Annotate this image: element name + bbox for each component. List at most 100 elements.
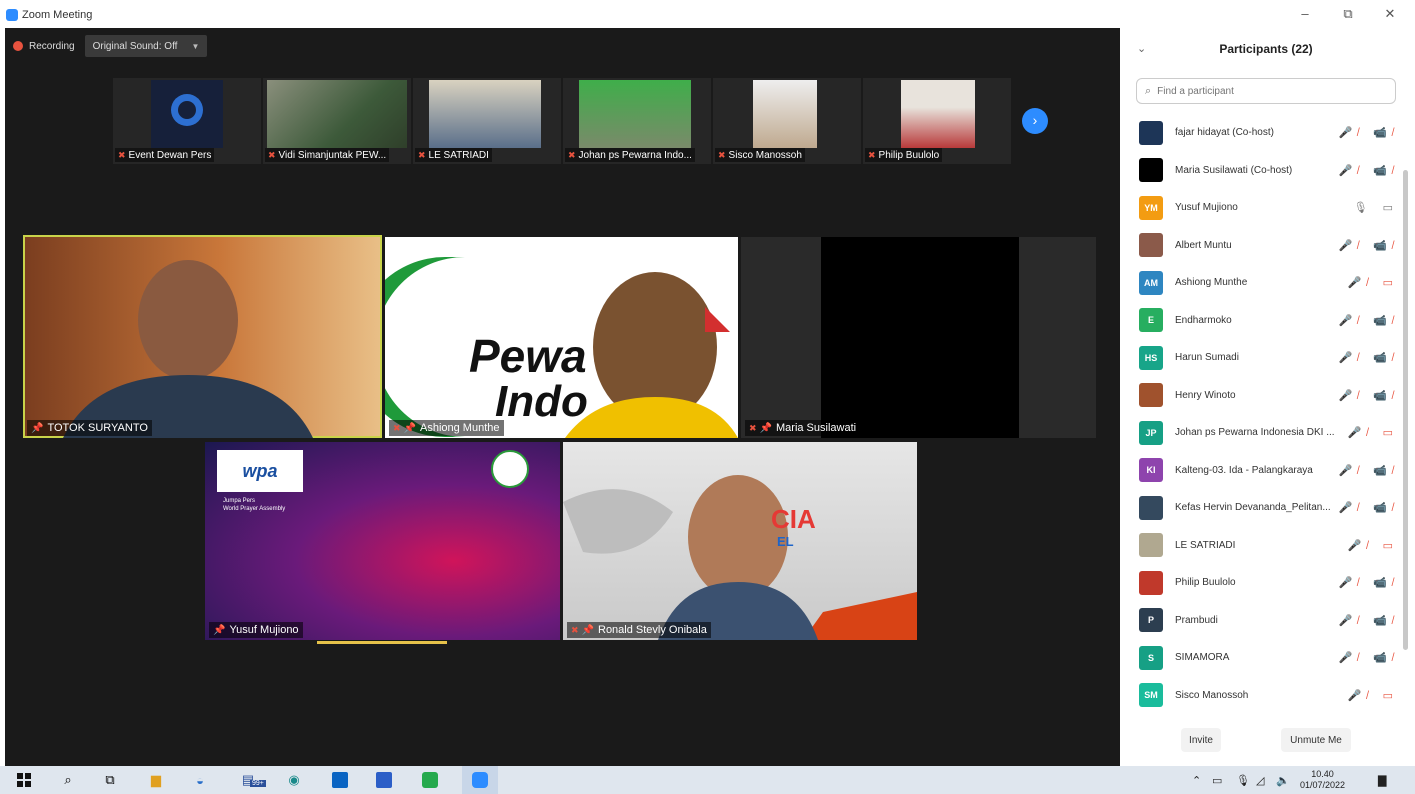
mic-camera-status-icon[interactable]: 🎤̸ 📹̸ [1339,164,1399,177]
file-explorer-icon[interactable]: ▆ [146,770,166,790]
video-tile[interactable]: CIA EL ✖ 📌 Ronald Stevly Onibala [563,442,917,640]
participant-row[interactable]: Henry Winoto 🎤̸ 📹̸ [1139,377,1401,415]
video-thumbnail[interactable]: ✖ Event Dewan Pers [113,78,261,164]
mic-camera-status-icon[interactable]: 🎤̸ 📹̸ [1339,464,1399,477]
network-icon[interactable]: ◿ [1256,774,1264,787]
search-input[interactable] [1155,84,1380,98]
video-tile[interactable]: Pewa Indo ✖ 📌 Ashiong Munthe [385,237,738,438]
participant-row[interactable]: KI Kalteng-03. Ida - Palangkaraya 🎤̸ 📹̸ [1139,452,1401,490]
original-sound-button[interactable]: Original Sound: Off ▼ [84,35,208,57]
battery-icon[interactable]: ▭ [1212,774,1222,787]
mic-camera-status-icon[interactable]: 🎤̸ ▭ [1348,539,1399,552]
mic-muted-icon: ✖ [571,624,579,635]
zoom-app-icon [6,9,18,21]
avatar: AM [1139,270,1163,295]
windows-start-icon[interactable] [14,770,34,790]
mic-camera-status-icon[interactable]: 🎤̸ 📹̸ [1339,389,1399,402]
participant-video [151,80,223,148]
participant-row[interactable]: Albert Muntu 🎤̸ 📹̸ [1139,227,1401,265]
participant-name: Kalteng-03. Ida - Palangkaraya [1175,464,1313,476]
participant-row[interactable]: LE SATRIADI 🎤̸ ▭ [1139,527,1401,565]
participant-name: Sisco Manossoh [1175,689,1249,701]
video-tile[interactable]: ✖ 📌 Maria Susilawati [741,237,1096,438]
search-icon[interactable]: ⌕ [58,770,78,790]
participant-search[interactable]: ⌕ [1136,78,1396,104]
avatar: HS [1139,345,1163,370]
mic-camera-status-icon[interactable]: 🎤̸ ▭ [1348,689,1399,702]
app-icon[interactable]: ◒ [190,770,210,790]
mic-camera-status-icon[interactable]: 🎤̸ 📹̸ [1339,314,1399,327]
avatar: E [1139,308,1163,333]
participant-row[interactable]: SM Sisco Manossoh 🎤̸ ▭ [1139,677,1401,715]
video-thumbnail[interactable]: ✖ Vidi Simanjuntak PEW... [263,78,411,164]
mic-camera-status-icon[interactable]: 🎤̸ 📹̸ [1339,351,1399,364]
title-bar: Zoom Meeting – ⧉ ✕ [0,0,1415,30]
mic-camera-status-icon[interactable]: 🎤̸ ▭ [1348,276,1399,289]
mic-camera-status-icon[interactable]: 🎙 ▭ [1354,201,1399,214]
volume-icon[interactable]: 🔈 [1276,774,1290,787]
mic-camera-status-icon[interactable]: 🎤̸ 📹̸ [1339,501,1399,514]
video-thumbnail[interactable]: ✖ Sisco Manossoh [713,78,861,164]
mic-camera-status-icon[interactable]: 🎤̸ 📹̸ [1339,651,1399,664]
video-thumbnail[interactable]: ✖ LE SATRIADI [413,78,561,164]
minimize-button[interactable]: – [1295,6,1315,21]
participant-video [429,80,541,148]
participant-row[interactable]: Maria Susilawati (Co-host) 🎤̸ 📹̸ [1139,152,1401,190]
next-page-button[interactable]: › [1022,108,1048,134]
participant-row[interactable]: YM Yusuf Mujiono 🎙 ▭ [1139,189,1401,227]
invite-button[interactable]: Invite [1181,728,1221,752]
mic-camera-status-icon[interactable]: 🎤̸ 📹̸ [1339,614,1399,627]
participant-video [579,80,691,148]
participant-name: LE SATRIADI [1175,539,1236,551]
scrollbar[interactable] [1403,170,1408,650]
avatar: SM [1139,683,1163,708]
system-clock[interactable]: 10.40 01/07/2022 [1300,769,1345,791]
participant-row[interactable]: AM Ashiong Munthe 🎤̸ ▭ [1139,264,1401,302]
participant-name: Prambudi [1175,614,1218,626]
microphone-icon[interactable]: 🎙 [1236,774,1250,787]
participant-name: Endharmoko [1175,314,1232,326]
word-icon[interactable] [374,770,394,790]
mic-muted-icon: ✖ [393,422,401,433]
chevron-up-icon[interactable]: ⌃ [1192,774,1201,787]
notifications-icon[interactable]: ▇ [1378,774,1386,787]
participant-row[interactable]: E Endharmoko 🎤̸ 📹̸ [1139,302,1401,340]
mic-muted-icon: ✖ [268,149,276,160]
mic-camera-status-icon[interactable]: 🎤̸ 📹̸ [1339,239,1399,252]
wpa-logo: wpa [217,450,303,492]
participant-row[interactable]: fajar hidayat (Co-host) 🎤̸ 📹̸ [1139,114,1401,152]
whatsapp-icon[interactable] [420,770,440,790]
edge-browser-icon[interactable]: ◉ [284,770,304,790]
zoom-taskbar-icon[interactable] [462,766,498,794]
avatar [1139,570,1163,595]
video-thumbnail[interactable]: ✖ Johan ps Pewarna Indo... [563,78,711,164]
participant-row[interactable]: P Prambudi 🎤̸ 📹̸ [1139,602,1401,640]
participant-row[interactable]: HS Harun Sumadi 🎤̸ 📹̸ [1139,339,1401,377]
task-view-icon[interactable]: ⧉ [100,770,120,790]
avatar [1139,383,1163,408]
participant-row[interactable]: JP Johan ps Pewarna Indonesia DKI ... 🎤̸ ▭ [1139,414,1401,452]
mic-camera-status-icon[interactable]: 🎤̸ ▭ [1348,426,1399,439]
mic-camera-status-icon[interactable]: 🎤̸ 📹̸ [1339,126,1399,139]
participant-video [267,80,407,148]
avatar [1139,533,1163,558]
outlook-icon[interactable] [330,770,350,790]
video-thumbnail[interactable]: ✖ Philip Buulolo [863,78,1011,164]
participants-panel: ⌄ Participants (22) ⌕ fajar hidayat (Co-… [1121,28,1411,766]
video-tile[interactable]: wpa Jumpa Pers World Prayer Assembly 📌 Yu… [205,442,560,640]
emblem-logo [491,450,529,488]
search-icon: ⌕ [1145,84,1152,97]
mic-camera-status-icon[interactable]: 🎤̸ 📹̸ [1339,576,1399,589]
chevron-down-icon[interactable]: ▼ [191,42,199,51]
taskbar: ⌕ ⧉ ▆ ◒ ▤ 99+ ◉ ⌃ ▭ 🎙 ◿ 🔈 10.40 01/07/20… [0,766,1415,794]
participant-name: fajar hidayat (Co-host) [1175,127,1274,139]
close-button[interactable]: ✕ [1380,6,1400,22]
clock-date: 01/07/2022 [1300,780,1346,790]
participant-row[interactable]: S SIMAMORA 🎤̸ 📹̸ [1139,639,1401,677]
video-tile-active-speaker[interactable]: 📌 TOTOK SURYANTO [23,235,382,438]
participant-row[interactable]: Kefas Hervin Devananda_Pelitan... 🎤̸ 📹̸ [1139,489,1401,527]
background-text: Pewa [469,330,587,382]
unmute-me-button[interactable]: Unmute Me [1281,728,1351,752]
participant-row[interactable]: Philip Buulolo 🎤̸ 📹̸ [1139,564,1401,602]
restore-button[interactable]: ⧉ [1338,6,1358,22]
